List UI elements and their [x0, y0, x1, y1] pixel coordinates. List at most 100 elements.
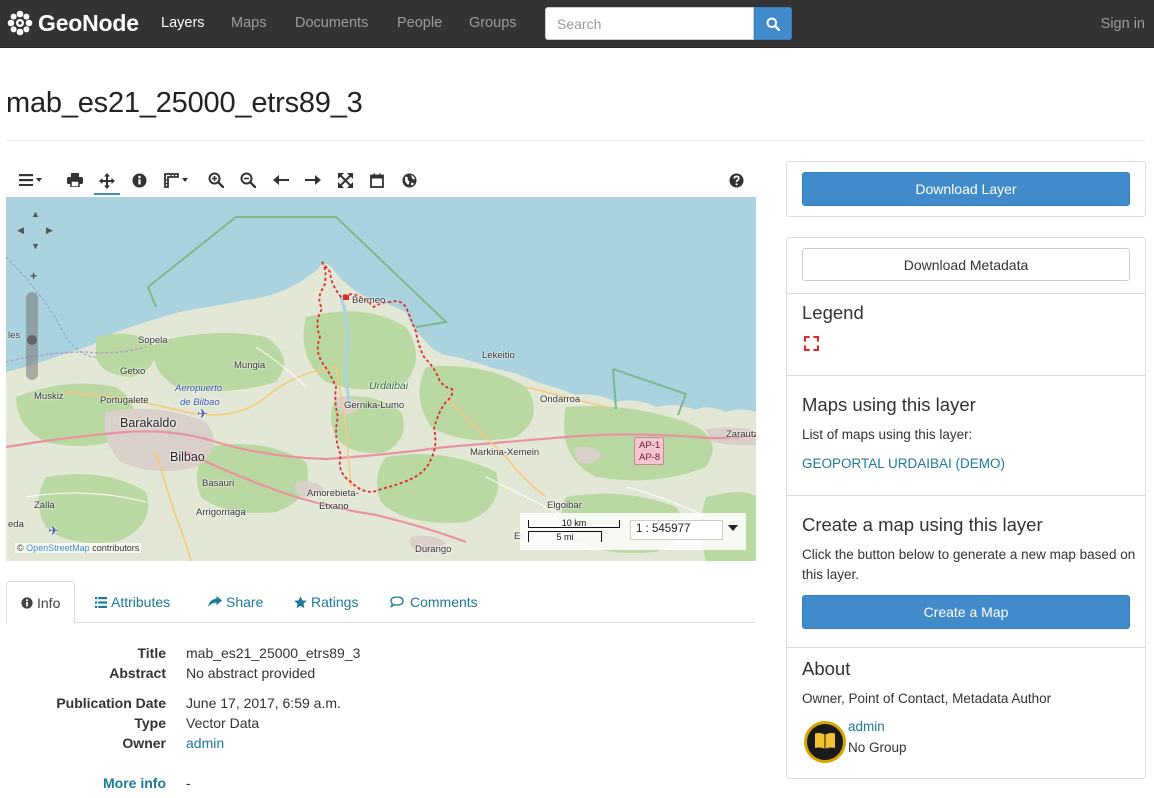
info-type-label: Type: [134, 715, 166, 731]
brand-name: GeoNode: [38, 9, 139, 36]
brand-link[interactable]: GeoNode: [7, 8, 139, 38]
list-icon: [95, 596, 107, 608]
map-label-markina: Markina-Xemein: [470, 447, 540, 458]
map-link-geoportal-urdaibai[interactable]: GEOPORTAL URDAIBAI (DEMO): [802, 456, 1005, 471]
layer-tabs: Info Attributes Share Ratings Comments: [6, 581, 756, 624]
tab-ratings-label: Ratings: [311, 594, 359, 610]
map-label-bermeo: Bermeo: [352, 295, 386, 306]
airfield-icon: ✈: [48, 523, 59, 538]
attribution-copyright: ©: [17, 543, 24, 553]
download-layer-button[interactable]: Download Layer: [802, 172, 1130, 206]
nav-groups[interactable]: Groups: [469, 15, 517, 31]
layers-menu-button[interactable]: [14, 169, 46, 191]
tab-comments-label: Comments: [410, 594, 478, 610]
map-basemap: [6, 197, 756, 561]
more-info-link[interactable]: More info: [6, 775, 166, 791]
zoom-in-icon: [208, 172, 224, 188]
map-label-lekeitio: Lekeitio: [482, 350, 515, 361]
owner-group: No Group: [848, 740, 907, 755]
download-metadata-button[interactable]: Download Metadata: [802, 248, 1130, 281]
search-input[interactable]: [545, 7, 754, 40]
info-type-value: Vector Data: [186, 715, 260, 731]
pan-up-icon[interactable]: ▲: [31, 209, 40, 219]
section-divider: [787, 495, 1145, 496]
help-button[interactable]: [724, 169, 748, 191]
map-3d-button[interactable]: [397, 169, 421, 191]
layer-details-panel: Download Metadata Legend Maps using this…: [786, 237, 1146, 779]
nav-maps[interactable]: Maps: [231, 15, 266, 31]
pan-down-icon[interactable]: ▼: [31, 241, 40, 251]
map-label-getxo: Getxo: [120, 366, 146, 377]
comment-icon: [390, 596, 404, 608]
info-owner-label: Owner: [122, 735, 166, 751]
openstreetmap-link[interactable]: OpenStreetMap: [26, 543, 90, 553]
measure-menu-button[interactable]: [159, 169, 193, 191]
tab-attributes-label: Attributes: [111, 594, 171, 610]
zoom-plus-icon[interactable]: +: [30, 269, 37, 283]
airport-icon: ✈: [197, 406, 208, 421]
tab-ratings[interactable]: Ratings: [294, 581, 358, 623]
map-label-amorebieta: Amorebieta-: [307, 488, 359, 499]
about-title: About: [802, 658, 851, 679]
time-slider-button[interactable]: [365, 169, 389, 191]
scale-select[interactable]: 1 : 545977: [630, 520, 723, 540]
pan-right-icon[interactable]: ▶: [46, 225, 53, 236]
scale-bar-km: 10 km: [528, 518, 620, 528]
zoom-slider-handle[interactable]: [27, 335, 37, 345]
map-label-durango: Durango: [415, 544, 452, 555]
map-label-bilbao: Bilbao: [170, 450, 205, 464]
previous-extent-button[interactable]: [269, 169, 293, 191]
tab-comments[interactable]: Comments: [390, 581, 478, 623]
create-map-title: Create a map using this layer: [802, 514, 1043, 535]
arrow-left-icon: [273, 175, 289, 185]
top-navbar: GeoNode Layers Maps Documents People Gro…: [0, 0, 1154, 48]
fullscreen-icon: [337, 172, 353, 188]
move-icon: [99, 173, 115, 189]
map-label-sopela: Sopela: [138, 335, 168, 346]
scale-bar-mi: 5 mi: [528, 531, 602, 542]
map-viewport[interactable]: Bermeo Sopela Getxo Mungia Lekeitio Aero…: [6, 197, 756, 561]
info-circle-icon: [21, 596, 33, 609]
caret-down-icon: [182, 178, 188, 182]
search-icon: [766, 17, 780, 31]
zoom-to-max-extent-button[interactable]: [333, 169, 357, 191]
about-text: Owner, Point of Contact, Metadata Author: [802, 691, 1052, 706]
nav-layers[interactable]: Layers: [161, 15, 205, 31]
owner-name-link[interactable]: admin: [848, 719, 885, 734]
legend-symbol: [804, 336, 819, 351]
ruler-icon: [164, 172, 179, 188]
info-owner-link[interactable]: admin: [186, 735, 224, 751]
info-title-value: mab_es21_25000_etrs89_3: [186, 645, 361, 661]
map-label-muskiz: Muskiz: [34, 391, 64, 402]
download-layer-panel: Download Layer: [786, 161, 1146, 217]
maps-using-layer-title: Maps using this layer: [802, 394, 976, 415]
section-divider: [787, 647, 1145, 648]
zoom-out-button[interactable]: [236, 169, 260, 191]
calendar-icon: [370, 173, 384, 188]
owner-avatar[interactable]: [804, 721, 846, 763]
search-button[interactable]: [754, 7, 792, 40]
map-label-arrigorriaga: Arrigorriaga: [196, 507, 246, 518]
nav-people[interactable]: People: [397, 15, 442, 31]
globe-icon: [402, 173, 416, 187]
create-map-button[interactable]: Create a Map: [802, 595, 1130, 629]
tab-info-label: Info: [37, 594, 61, 611]
print-button[interactable]: [63, 169, 87, 191]
identify-button[interactable]: [127, 169, 151, 191]
sign-in-link[interactable]: Sign in: [1101, 16, 1145, 32]
nav-documents[interactable]: Documents: [295, 15, 368, 31]
pan-button[interactable]: [94, 169, 120, 195]
map-label-basauri: Basauri: [202, 478, 235, 489]
star-icon: [294, 595, 307, 609]
map-label-urdaibai: Urdaibai: [369, 380, 409, 392]
scale-dropdown-icon[interactable]: [728, 525, 738, 531]
tab-share[interactable]: Share: [208, 581, 263, 623]
tab-attributes[interactable]: Attributes: [95, 581, 170, 623]
pan-left-icon[interactable]: ◀: [17, 225, 24, 236]
zoom-in-button[interactable]: [204, 169, 228, 191]
section-divider: [787, 293, 1145, 294]
title-divider: [6, 140, 1146, 141]
next-extent-button[interactable]: [301, 169, 325, 191]
menu-icon: [18, 174, 33, 186]
tab-info[interactable]: Info: [6, 581, 76, 624]
